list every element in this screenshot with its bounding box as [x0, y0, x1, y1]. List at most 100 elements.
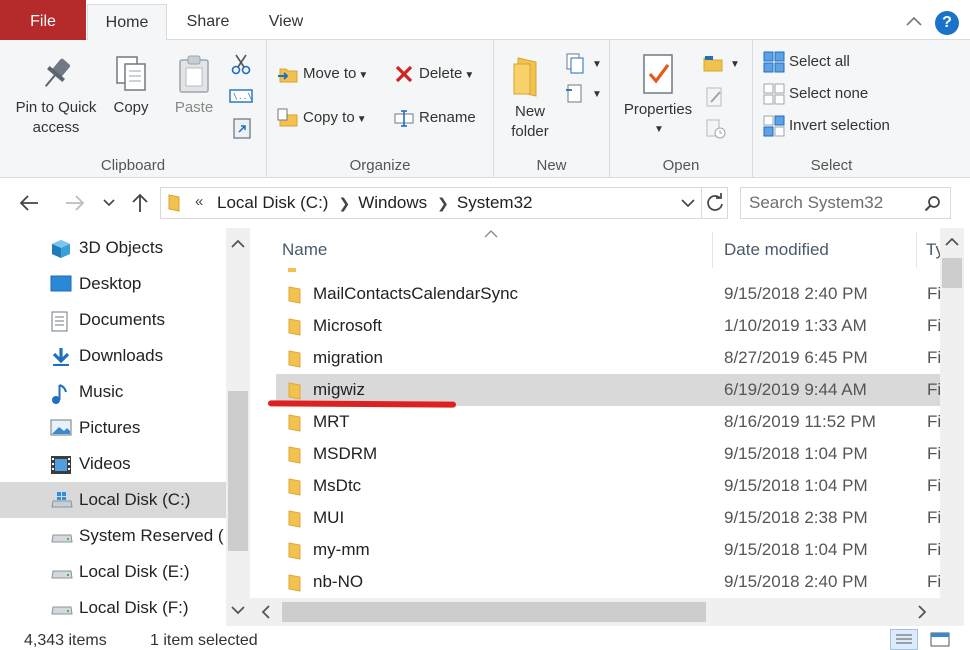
scroll-up-icon[interactable]	[942, 232, 962, 252]
up-icon[interactable]	[130, 192, 150, 214]
copy-button[interactable]: Copy	[106, 54, 156, 118]
forward-icon[interactable]	[64, 193, 86, 213]
tab-home[interactable]: Home	[87, 4, 167, 41]
collapse-ribbon-icon[interactable]	[904, 12, 924, 32]
3d-objects-icon	[52, 240, 70, 258]
copy-to-button[interactable]: Copy to ▼	[277, 105, 367, 131]
search-icon[interactable]	[924, 195, 942, 213]
folder-icon	[288, 350, 301, 368]
scrollbar-thumb[interactable]	[282, 602, 706, 622]
open-group-label: Open	[662, 157, 700, 174]
pin-to-quick-access-button[interactable]: Pin to Quick access	[8, 54, 104, 138]
file-name: MSDRM	[313, 444, 378, 463]
file-date-modified: 9/15/2018 1:04 PM	[724, 476, 868, 495]
table-row[interactable]: MailContactsCalendarSync 9/15/2018 2:40 …	[276, 278, 940, 310]
delete-button[interactable]: Delete ▼	[393, 61, 474, 87]
table-row[interactable]: MSDRM 9/15/2018 1:04 PM Fi	[276, 438, 940, 470]
nav-item-label: System Reserved (	[79, 526, 224, 545]
address-dropdown-icon[interactable]	[681, 198, 695, 208]
column-header-date-modified[interactable]: Date modified	[724, 228, 829, 272]
easy-access-button[interactable]: ▼	[564, 80, 602, 106]
select-all-button[interactable]: Select all	[763, 49, 850, 75]
properties-button[interactable]: Properties ▼	[620, 52, 696, 140]
file-type: Fi	[927, 508, 940, 527]
breadcrumb-local-disk-c[interactable]: Local Disk (C:)	[217, 193, 328, 212]
back-icon[interactable]	[18, 193, 40, 213]
nav-item-documents[interactable]: Documents	[0, 302, 226, 338]
new-folder-button[interactable]: New folder	[504, 54, 556, 142]
folder-icon	[288, 478, 301, 496]
invert-selection-button[interactable]: Invert selection	[763, 113, 890, 139]
table-row[interactable]: migration 8/27/2019 6:45 PM Fi	[276, 342, 940, 374]
file-list-horizontal-scrollbar[interactable]	[250, 598, 940, 626]
file-date-modified: 8/16/2019 11:52 PM	[724, 412, 876, 431]
breadcrumb-separator-icon[interactable]: ❯	[437, 195, 449, 211]
breadcrumb-overflow[interactable]: «	[195, 193, 203, 210]
scroll-down-icon[interactable]	[228, 600, 248, 620]
search-input[interactable]	[749, 188, 919, 218]
scroll-left-icon[interactable]	[256, 602, 276, 622]
delete-label: Delete	[419, 65, 463, 82]
history-icon[interactable]	[705, 118, 727, 140]
table-row[interactable]: MsDtc 9/15/2018 1:04 PM Fi	[276, 470, 940, 502]
nav-item-desktop[interactable]: Desktop	[0, 266, 226, 302]
table-row[interactable]: nb-NO 9/15/2018 2:40 PM Fi	[276, 566, 940, 598]
nav-item-local-disk-f[interactable]: Local Disk (F:)	[0, 590, 226, 626]
nav-item-music[interactable]: Music	[0, 374, 226, 410]
table-row[interactable]: Microsoft 1/10/2019 1:33 AM Fi	[276, 310, 940, 342]
move-to-button[interactable]: Move to ▼	[277, 61, 368, 87]
tab-share[interactable]: Share	[175, 4, 241, 40]
edit-icon[interactable]	[705, 86, 725, 108]
table-row[interactable]: MUI 9/15/2018 2:38 PM Fi	[276, 502, 940, 534]
column-separator[interactable]	[916, 232, 917, 268]
refresh-icon[interactable]	[705, 193, 725, 213]
open-button[interactable]: ▼	[702, 50, 740, 76]
details-view-icon	[896, 634, 912, 644]
file-date-modified: 6/19/2019 9:44 AM	[724, 380, 867, 399]
nav-item-pictures[interactable]: Pictures	[0, 410, 226, 446]
pictures-icon	[50, 419, 72, 436]
table-row[interactable]: MRT 8/16/2019 11:52 PM Fi	[276, 406, 940, 438]
cut-icon[interactable]	[229, 52, 253, 76]
table-row[interactable]: my-mm 9/15/2018 1:04 PM Fi	[276, 534, 940, 566]
rename-button[interactable]: Rename	[393, 105, 476, 131]
tab-view[interactable]: View	[255, 4, 317, 40]
scroll-right-icon[interactable]	[912, 602, 932, 622]
nav-item-local-disk-e[interactable]: Local Disk (E:)	[0, 554, 226, 590]
rename-label: Rename	[419, 109, 476, 126]
breadcrumb-windows[interactable]: Windows	[358, 193, 427, 212]
open-dropdown-icon: ▼	[730, 59, 740, 70]
nav-item-system-reserved[interactable]: System Reserved (	[0, 518, 226, 554]
nav-item-label: Downloads	[79, 346, 164, 365]
scrollbar-thumb[interactable]	[942, 258, 962, 288]
tab-file[interactable]: File	[0, 0, 86, 40]
nav-item-videos[interactable]: Videos	[0, 446, 226, 482]
column-header-type[interactable]: Ty	[926, 228, 940, 272]
nav-item-downloads[interactable]: Downloads	[0, 338, 226, 374]
file-date-modified: 9/15/2018 2:40 PM	[724, 284, 868, 303]
scroll-up-icon[interactable]	[228, 234, 248, 254]
file-date-modified: 1/10/2019 1:33 AM	[724, 316, 867, 335]
file-type: Fi	[927, 444, 940, 463]
select-none-button[interactable]: Select none	[763, 81, 868, 107]
breadcrumb-system32[interactable]: System32	[457, 193, 533, 212]
file-list-vertical-scrollbar[interactable]	[940, 228, 964, 598]
new-item-button[interactable]: ▼	[564, 50, 602, 76]
address-bar[interactable]: « Local Disk (C:) ❯ Windows ❯ System32	[160, 187, 728, 219]
column-header-name[interactable]: Name	[282, 228, 327, 272]
item-count: 4,343 items	[24, 632, 107, 649]
details-view-button[interactable]	[890, 629, 918, 650]
navigation-pane-scrollbar[interactable]	[226, 228, 250, 626]
nav-item-local-disk-c[interactable]: Local Disk (C:)	[0, 482, 226, 518]
copy-path-icon[interactable]: \..\	[229, 86, 253, 106]
scrollbar-thumb[interactable]	[228, 391, 248, 551]
large-icons-view-button[interactable]	[926, 629, 954, 650]
help-button[interactable]: ?	[935, 11, 959, 35]
column-separator[interactable]	[712, 232, 713, 268]
breadcrumb-separator-icon[interactable]: ❯	[338, 195, 350, 211]
paste-shortcut-icon[interactable]	[232, 116, 252, 140]
svg-text:\..\: \..\	[233, 92, 252, 101]
paste-button[interactable]: Paste	[168, 54, 220, 118]
nav-item-3d-objects[interactable]: 3D Objects	[0, 230, 226, 266]
recent-locations-icon[interactable]	[103, 198, 115, 208]
